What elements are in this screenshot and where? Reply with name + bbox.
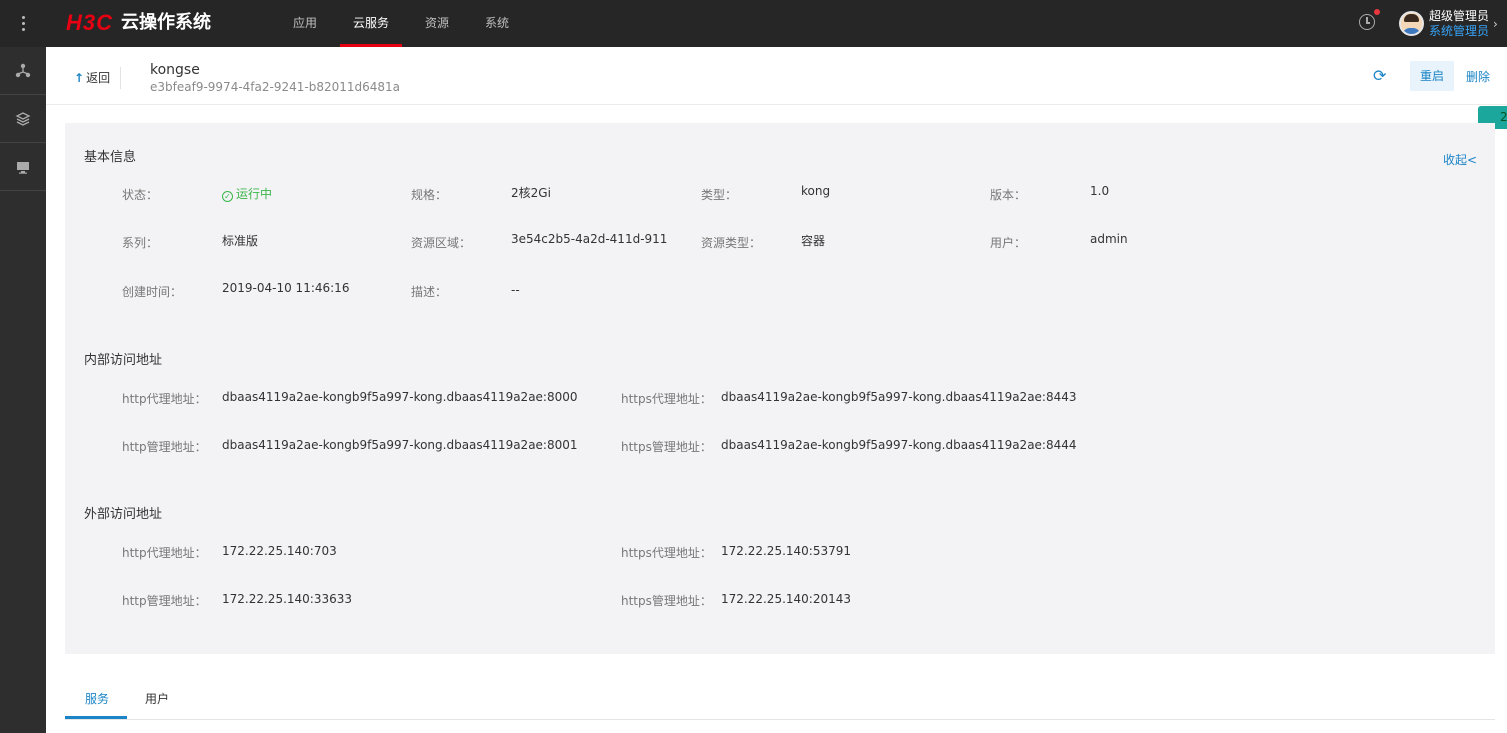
refresh-icon[interactable]: ⟳ bbox=[1373, 66, 1386, 85]
status-value: ✓ 运行中 bbox=[222, 185, 272, 202]
external-http-admin-label: http管理地址： bbox=[122, 594, 207, 608]
tab-users[interactable]: 用户 bbox=[145, 690, 169, 707]
notification-dot bbox=[1374, 9, 1380, 15]
series-value: 标准版 bbox=[222, 234, 259, 248]
version-label: 版本： bbox=[990, 188, 1027, 202]
internal-address-title: 内部访问地址 bbox=[84, 353, 163, 368]
internal-https-proxy-label: https代理地址： bbox=[621, 392, 712, 406]
basic-info-title: 基本信息 bbox=[84, 150, 137, 165]
nav-item-system[interactable]: 系统 bbox=[472, 0, 522, 47]
internal-https-admin-value: dbaas4119a2ae-kongb9f5a997-kong.dbaas411… bbox=[721, 438, 1077, 452]
external-https-proxy-label: https代理地址： bbox=[621, 546, 712, 560]
external-http-admin-value: 172.22.25.140:33633 bbox=[222, 592, 353, 606]
created-value: 2019-04-10 11:46:16 bbox=[222, 281, 350, 295]
chevron-right-icon[interactable]: › bbox=[1493, 17, 1498, 31]
nav-item-cloud-services[interactable]: 云服务 bbox=[340, 0, 403, 47]
zone-value: 3e54c2b5-4a2d-411d-911 bbox=[511, 232, 668, 246]
external-address-title: 外部访问地址 bbox=[84, 507, 163, 522]
internal-https-proxy-value: dbaas4119a2ae-kongb9f5a997-kong.dbaas411… bbox=[721, 390, 1077, 404]
check-circle-icon: ✓ bbox=[222, 191, 233, 202]
user-name[interactable]: 超级管理员 bbox=[1429, 9, 1489, 24]
more-menu-icon[interactable] bbox=[0, 0, 46, 47]
monitor-icon[interactable] bbox=[0, 143, 46, 191]
zone-label: 资源区域： bbox=[411, 236, 472, 250]
header-divider bbox=[46, 104, 1507, 105]
divider bbox=[120, 67, 121, 89]
type-value: kong bbox=[801, 184, 831, 198]
internal-http-admin-value: dbaas4119a2ae-kongb9f5a997-kong.dbaas411… bbox=[222, 438, 578, 452]
user-value: admin bbox=[1090, 232, 1128, 246]
external-https-admin-value: 172.22.25.140:20143 bbox=[721, 592, 852, 606]
user-role[interactable]: 系统管理员 bbox=[1429, 24, 1489, 39]
back-button[interactable]: ↑ 返回 bbox=[74, 69, 110, 86]
nav-item-resources[interactable]: 资源 bbox=[412, 0, 462, 47]
left-sidebar bbox=[0, 47, 46, 733]
tab-services[interactable]: 服务 bbox=[85, 690, 109, 707]
external-https-admin-label: https管理地址： bbox=[621, 594, 712, 608]
layers-icon[interactable] bbox=[0, 95, 46, 143]
spec-label: 规格： bbox=[411, 188, 448, 202]
external-http-proxy-value: 172.22.25.140:703 bbox=[222, 544, 337, 558]
external-http-proxy-label: http代理地址： bbox=[122, 546, 207, 560]
tabs-divider bbox=[65, 719, 1495, 720]
resource-type-label: 资源类型： bbox=[701, 236, 762, 250]
resource-type-value: 容器 bbox=[801, 234, 826, 248]
active-tab-indicator bbox=[65, 716, 127, 719]
description-value: -- bbox=[511, 283, 520, 297]
version-value: 1.0 bbox=[1090, 184, 1110, 198]
user-label: 用户： bbox=[990, 236, 1027, 250]
h3c-logo: H3C bbox=[66, 10, 114, 35]
top-bar: H3C 云操作系统 应用 云服务 资源 系统 超级管理员 系统管理员 › bbox=[0, 0, 1507, 47]
clock-icon[interactable] bbox=[1359, 14, 1375, 30]
instance-id: e3bfeaf9-9974-4fa2-9241-b82011d6481a bbox=[150, 80, 401, 94]
created-label: 创建时间： bbox=[122, 285, 183, 299]
nav-item-apps[interactable]: 应用 bbox=[280, 0, 330, 47]
os-title: 云操作系统 bbox=[121, 12, 212, 33]
external-https-proxy-value: 172.22.25.140:53791 bbox=[721, 544, 852, 558]
detail-panel bbox=[65, 123, 1495, 654]
status-label: 状态： bbox=[122, 188, 159, 202]
internal-http-proxy-value: dbaas4119a2ae-kongb9f5a997-kong.dbaas411… bbox=[222, 390, 578, 404]
avatar[interactable] bbox=[1399, 11, 1424, 36]
instance-name: kongse bbox=[150, 62, 200, 78]
series-label: 系列： bbox=[122, 236, 159, 250]
internal-http-admin-label: http管理地址： bbox=[122, 440, 207, 454]
main-nav: 应用 云服务 资源 系统 bbox=[280, 0, 532, 47]
arrow-up-icon: ↑ bbox=[74, 71, 85, 85]
collapse-link[interactable]: 收起< bbox=[1443, 151, 1477, 168]
delete-button[interactable]: 删除 bbox=[1466, 68, 1490, 85]
internal-http-proxy-label: http代理地址： bbox=[122, 392, 207, 406]
network-topology-icon[interactable] bbox=[0, 47, 46, 95]
type-label: 类型： bbox=[701, 188, 738, 202]
spec-value: 2核2Gi bbox=[511, 186, 551, 200]
product-logo[interactable]: H3C 云操作系统 bbox=[66, 12, 211, 34]
restart-button[interactable]: 重启 bbox=[1410, 61, 1454, 91]
internal-https-admin-label: https管理地址： bbox=[621, 440, 712, 454]
description-label: 描述： bbox=[411, 285, 448, 299]
